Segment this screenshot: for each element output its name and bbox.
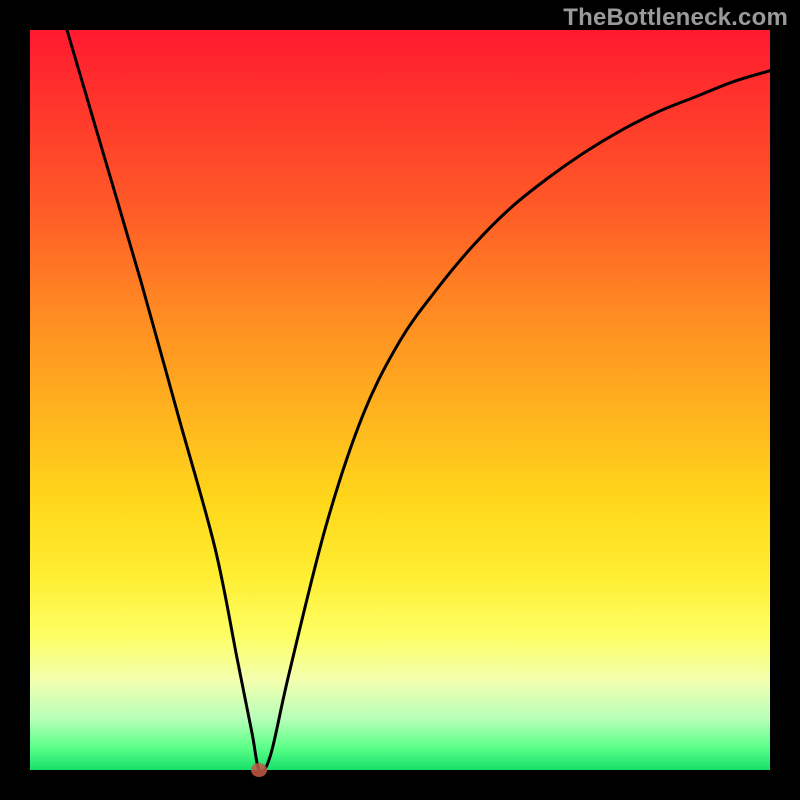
- bottleneck-curve: [30, 30, 770, 770]
- curve-path: [67, 30, 770, 772]
- plot-area: [30, 30, 770, 770]
- chart-frame: TheBottleneck.com: [0, 0, 800, 800]
- watermark-text: TheBottleneck.com: [563, 4, 788, 32]
- optimum-marker: [251, 763, 267, 777]
